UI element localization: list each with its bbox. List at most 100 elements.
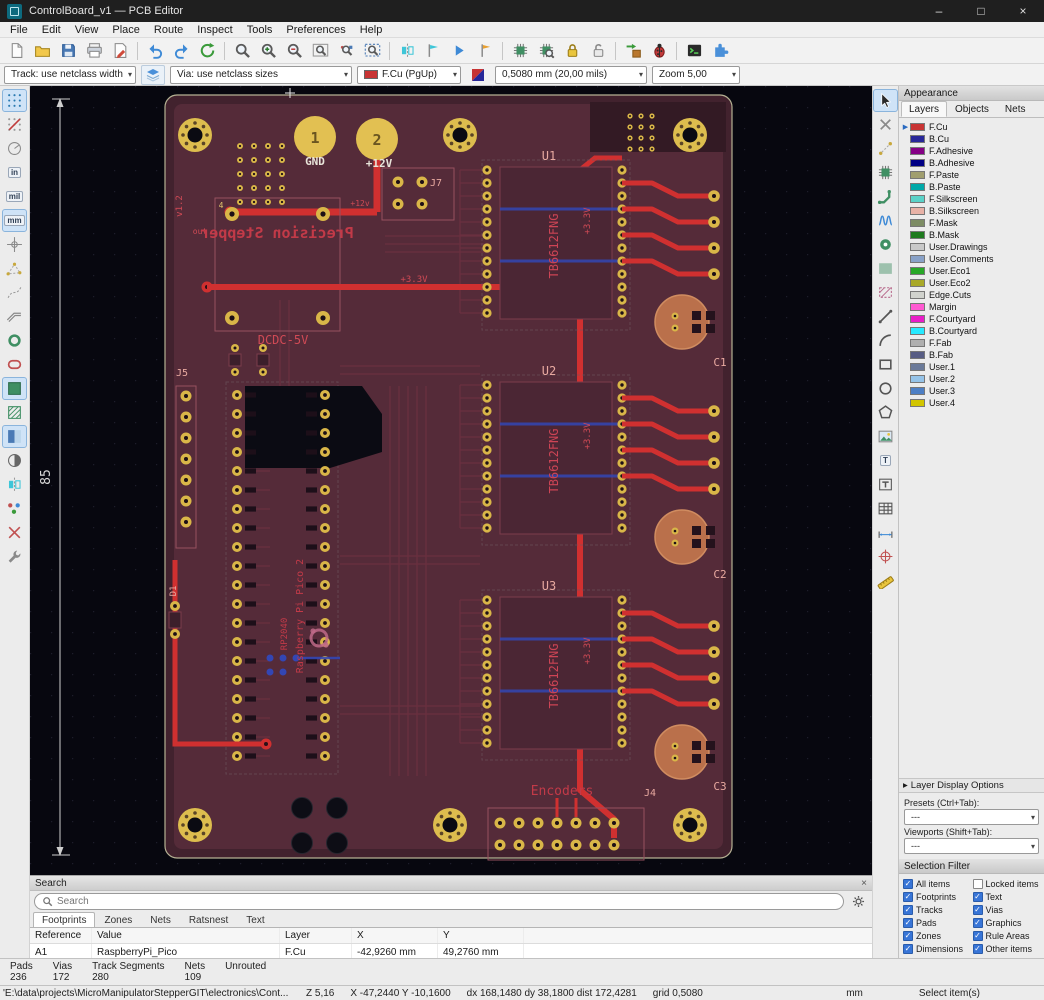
track-outlines-button[interactable] [2, 305, 27, 328]
layer-row-b.adhesive[interactable]: B.Adhesive [901, 157, 1044, 169]
set-origin-button[interactable] [873, 545, 898, 568]
print-button[interactable] [81, 39, 107, 62]
via-size-dropdown[interactable]: Via: use netclass sizes ▾ [170, 65, 352, 84]
pad-outlines-button[interactable] [2, 353, 27, 376]
checkbox[interactable]: ✓ [972, 943, 983, 954]
layer-color-swatch[interactable] [910, 279, 925, 287]
new-board-button[interactable] [3, 39, 29, 62]
layer-row-b.cu[interactable]: B.Cu [901, 133, 1044, 145]
tab-nets[interactable]: Nets [997, 101, 1034, 117]
table-row[interactable]: A1 RaspberryPi_Pico F.Cu -42,9260 mm 49,2760… [30, 944, 872, 958]
layer-color-swatch[interactable] [910, 147, 925, 155]
layer-row-f.silkscreen[interactable]: F.Silkscreen [901, 193, 1044, 205]
tune-length-button[interactable] [873, 209, 898, 232]
flip-board-view-button[interactable] [394, 39, 420, 62]
filter-vias[interactable]: ✓ Vias [972, 904, 1041, 915]
filter-other-items[interactable]: ✓ Other items [972, 943, 1041, 954]
footprint-viewer-button[interactable] [533, 39, 559, 62]
layer-color-swatch[interactable] [910, 315, 925, 323]
layer-pair-indicator[interactable] [466, 65, 490, 85]
checkbox[interactable] [972, 878, 983, 889]
layer-row-f.adhesive[interactable]: F.Adhesive [901, 145, 1044, 157]
add-rule-area-button[interactable] [873, 281, 898, 304]
search-tab-zones[interactable]: Zones [95, 912, 141, 927]
undo-button[interactable] [142, 39, 168, 62]
minimize-button[interactable]: – [918, 0, 960, 22]
maximize-button[interactable]: □ [960, 0, 1002, 22]
show-ratsnest-button[interactable] [2, 257, 27, 280]
checkbox[interactable]: ✓ [972, 930, 983, 941]
checkbox[interactable]: ✓ [972, 917, 983, 928]
zoom-objects-button[interactable] [333, 39, 359, 62]
filter-graphics[interactable]: ✓ Graphics [972, 917, 1041, 928]
search-input[interactable] [57, 895, 836, 907]
net-highlight-button[interactable] [472, 39, 498, 62]
checkbox[interactable]: ✓ [903, 943, 913, 954]
filter-zones[interactable]: ✓ Zones [903, 930, 971, 941]
layer-row-user.1[interactable]: User.1 [901, 361, 1044, 373]
edit-predefined-sizes-button[interactable] [141, 64, 165, 85]
draw-circle-button[interactable] [873, 377, 898, 400]
checkbox[interactable]: ✓ [903, 930, 913, 941]
filter-tracks[interactable]: ✓ Tracks [903, 904, 971, 915]
units-mils-button[interactable]: mil [2, 185, 27, 208]
add-footprint-button[interactable] [873, 161, 898, 184]
checkbox[interactable]: ✓ [972, 891, 983, 902]
zoom-out-button[interactable] [281, 39, 307, 62]
local-ratsnest-button[interactable] [873, 137, 898, 160]
curved-ratsnest-button[interactable] [2, 281, 27, 304]
layer-row-user.3[interactable]: User.3 [901, 385, 1044, 397]
search-settings-button[interactable] [848, 892, 868, 910]
menu-inspect[interactable]: Inspect [190, 24, 239, 36]
zone-fill-mode-button[interactable] [2, 377, 27, 400]
layer-color-swatch[interactable] [910, 375, 925, 383]
draw-arc-button[interactable] [873, 329, 898, 352]
via-outlines-button[interactable] [2, 329, 27, 352]
zoom-selection-button[interactable] [359, 39, 385, 62]
close-icon[interactable]: × [861, 878, 867, 889]
units-inches-button[interactable]: in [2, 161, 27, 184]
filter-rule-areas[interactable]: ✓ Rule Areas [972, 930, 1041, 941]
search-panel-header[interactable]: Search × [30, 876, 872, 891]
menu-help[interactable]: Help [353, 24, 390, 36]
active-layer-dropdown[interactable]: F.Cu (PgUp) ▾ [357, 65, 461, 84]
pcb-canvas[interactable]: 85 1 GND 2 +12V J7 v1.2 out 4 +12v Precision Stepp… [30, 86, 872, 875]
layer-row-user.comments[interactable]: User.Comments [901, 253, 1044, 265]
filter-locked-items[interactable]: Locked items [972, 878, 1041, 889]
layer-row-user.eco1[interactable]: User.Eco1 [901, 265, 1044, 277]
layer-row-user.eco2[interactable]: User.Eco2 [901, 277, 1044, 289]
filter-text[interactable]: ✓ Text [972, 891, 1041, 902]
polar-coordinates-button[interactable] [2, 137, 27, 160]
layer-row-edge.cuts[interactable]: Edge.Cuts [901, 289, 1044, 301]
layer-color-swatch[interactable] [910, 171, 925, 179]
add-table-button[interactable] [873, 497, 898, 520]
net-inspector-button[interactable] [420, 39, 446, 62]
draw-line-button[interactable] [873, 305, 898, 328]
layer-color-swatch[interactable] [910, 387, 925, 395]
menu-place[interactable]: Place [105, 24, 147, 36]
crosshair-cursor-button[interactable] [2, 233, 27, 256]
search-box[interactable] [34, 892, 844, 910]
lock-button[interactable] [559, 39, 585, 62]
dim-inactive-layers-button[interactable] [2, 425, 27, 448]
column-header-value[interactable]: Value [92, 928, 280, 943]
menu-route[interactable]: Route [147, 24, 190, 36]
net-colors-button[interactable] [2, 497, 27, 520]
layer-color-swatch[interactable] [910, 327, 925, 335]
layer-row-user.drawings[interactable]: User.Drawings [901, 241, 1044, 253]
layer-color-swatch[interactable] [910, 231, 925, 239]
plot-button[interactable] [107, 39, 133, 62]
filter-all-items[interactable]: ✓ All items [903, 878, 971, 889]
layer-color-swatch[interactable] [910, 159, 925, 167]
route-tracks-button[interactable] [873, 185, 898, 208]
layer-color-swatch[interactable] [910, 219, 925, 227]
presets-dropdown[interactable]: --- ▾ [904, 809, 1039, 825]
redo-button[interactable] [168, 39, 194, 62]
show-3d-viewer-button[interactable] [446, 39, 472, 62]
layer-color-swatch[interactable] [910, 255, 925, 263]
find-button[interactable] [229, 39, 255, 62]
layer-color-swatch[interactable] [910, 291, 925, 299]
track-width-dropdown[interactable]: Track: use netclass width ▾ [4, 65, 136, 84]
flip-view-button[interactable] [2, 473, 27, 496]
close-button[interactable]: × [1002, 0, 1044, 22]
